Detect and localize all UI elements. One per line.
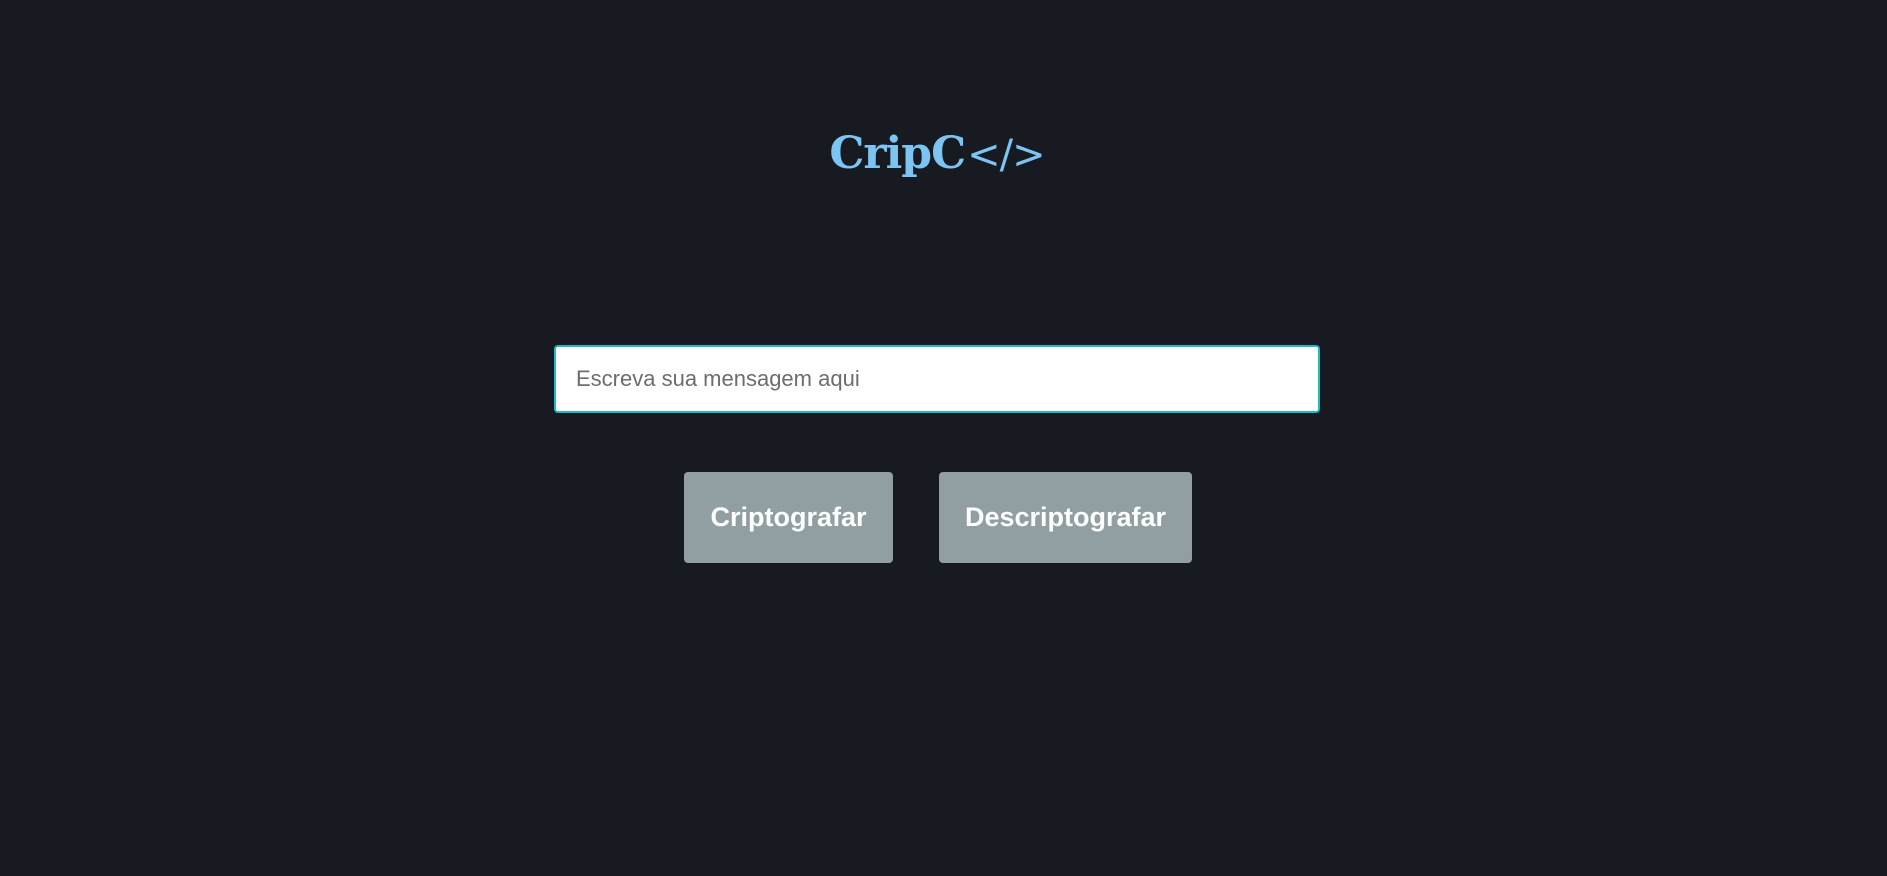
encrypt-button[interactable]: Criptografar: [684, 472, 893, 563]
message-input[interactable]: [554, 345, 1320, 413]
logo-text: CripC: [829, 128, 966, 179]
app-logo: CripC</>: [0, 124, 1874, 185]
code-icon: </>: [967, 132, 1046, 178]
decrypt-button[interactable]: Descriptografar: [939, 472, 1192, 563]
